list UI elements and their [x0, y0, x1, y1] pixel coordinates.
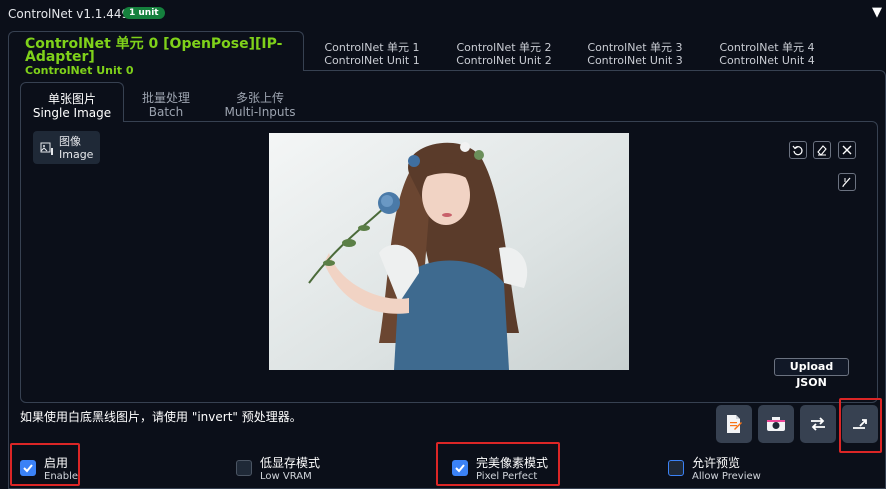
- tab-unit-2[interactable]: ControlNet 单元 2 ControlNet Unit 2: [448, 41, 560, 67]
- upload-json-button[interactable]: Upload JSON: [774, 358, 849, 389]
- tab-unit-2-subtitle: ControlNet Unit 2: [456, 54, 552, 67]
- tab-unit-0-title: ControlNet 单元 0 [OpenPose][IP-Adapter]: [25, 36, 283, 65]
- tab-unit-3-title: ControlNet 单元 3: [587, 41, 683, 54]
- input-image[interactable]: [269, 133, 629, 370]
- highlight-box-pixel-perfect: [436, 442, 560, 486]
- unit-count-badge: 1 unit: [123, 7, 165, 19]
- tab-unit-0[interactable]: ControlNet 单元 0 [OpenPose][IP-Adapter] C…: [8, 31, 304, 77]
- tab-multi-inputs-title: 多张上传: [235, 91, 284, 105]
- low-vram-checkbox[interactable]: [236, 460, 252, 476]
- tab-batch[interactable]: 批量处理 Batch: [124, 91, 208, 119]
- brush-icon[interactable]: [838, 173, 856, 191]
- tab-unit-1[interactable]: ControlNet 单元 1 ControlNet Unit 1: [316, 41, 428, 67]
- document-icon-button[interactable]: [716, 405, 752, 443]
- tab-multi-inputs-subtitle: Multi-Inputs: [224, 105, 296, 119]
- invert-hint-text: 如果使用白底黑线图片，请使用 "invert" 预处理器。: [20, 410, 302, 424]
- tab-unit-1-subtitle: ControlNet Unit 1: [324, 54, 420, 67]
- image-label: 图像 Image: [33, 131, 100, 164]
- low-vram-label-zh: 低显存模式: [260, 456, 321, 470]
- tab-unit-3-subtitle: ControlNet Unit 3: [587, 54, 683, 67]
- collapse-triangle-icon[interactable]: ▼: [872, 5, 882, 20]
- tab-unit-4[interactable]: ControlNet 单元 4 ControlNet Unit 4: [711, 41, 823, 67]
- image-icon: [40, 142, 54, 159]
- tab-unit-0-subtitle: ControlNet Unit 0: [25, 64, 134, 77]
- image-label-en: Image: [59, 148, 94, 161]
- allow-preview-label: 允许预览 Allow Preview: [692, 457, 761, 483]
- low-vram-label: 低显存模式 Low VRAM: [260, 457, 320, 483]
- tab-batch-subtitle: Batch: [148, 105, 184, 119]
- allow-preview-checkbox[interactable]: [668, 460, 684, 476]
- highlight-box-enable: [10, 443, 80, 486]
- low-vram-label-en: Low VRAM: [260, 471, 312, 482]
- camera-icon-button[interactable]: [758, 405, 794, 443]
- allow-preview-label-zh: 允许预览: [692, 456, 741, 470]
- tab-unit-3[interactable]: ControlNet 单元 3 ControlNet Unit 3: [579, 41, 691, 67]
- allow-preview-label-en: Allow Preview: [692, 471, 761, 482]
- tab-multi-inputs[interactable]: 多张上传 Multi-Inputs: [218, 91, 302, 119]
- tab-unit-1-title: ControlNet 单元 1: [324, 41, 420, 54]
- tab-single-image-subtitle: Single Image: [32, 106, 112, 120]
- tab-unit-2-title: ControlNet 单元 2: [456, 41, 552, 54]
- eraser-icon[interactable]: [813, 141, 831, 159]
- tab-single-image-title: 单张图片: [47, 92, 96, 106]
- app-title: ControlNet v1.1.449: [8, 7, 130, 21]
- swap-icon-button[interactable]: [800, 405, 836, 443]
- tab-single-image[interactable]: 单张图片 Single Image: [20, 82, 124, 122]
- undo-icon[interactable]: [789, 141, 807, 159]
- highlight-box-send-dimensions: [839, 398, 882, 453]
- close-icon[interactable]: [838, 141, 856, 159]
- tab-unit-4-title: ControlNet 单元 4: [719, 41, 815, 54]
- tab-unit-4-subtitle: ControlNet Unit 4: [719, 54, 815, 67]
- image-label-zh: 图像: [59, 135, 81, 148]
- tab-batch-title: 批量处理: [141, 91, 190, 105]
